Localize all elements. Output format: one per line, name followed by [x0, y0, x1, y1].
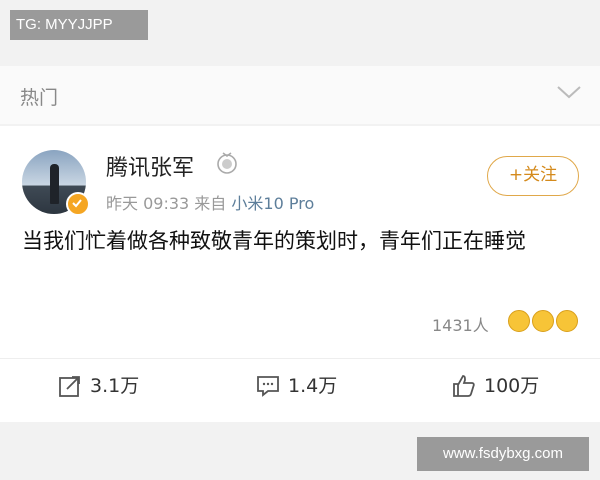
surprised-emoji-icon[interactable]: [556, 310, 578, 332]
avatar-figure: [50, 164, 59, 204]
follow-button[interactable]: +关注: [487, 156, 579, 196]
post-meta: 昨天 09:33 来自 小米10 Pro: [106, 190, 314, 214]
post-card: 腾讯张军 昨天 09:33 来自 小米10 Pro +关注 当我们忙着做各种致敬…: [0, 126, 600, 422]
reactions-count[interactable]: 1431人: [432, 312, 489, 336]
source-prefix: 来自: [194, 194, 227, 213]
laugh-emoji-icon[interactable]: [508, 310, 530, 332]
bottom-watermark: www.fsdybxg.com: [417, 437, 589, 471]
chevron-down-icon[interactable]: [556, 82, 582, 102]
verified-badge-icon: [66, 192, 90, 216]
repost-icon: [59, 376, 80, 397]
grin-emoji-icon[interactable]: [532, 310, 554, 332]
medal-icon: [217, 152, 237, 174]
author-name[interactable]: 腾讯张军: [106, 150, 194, 182]
comment-icon: [257, 376, 279, 397]
action-bar: 3.1万 1.4万 100万: [0, 358, 600, 415]
section-label: 热门: [20, 87, 59, 109]
top-watermark-badge: TG: MYYJJPP: [10, 10, 148, 40]
thumbs-up-icon: [453, 375, 475, 397]
post-time: 昨天 09:33: [106, 194, 190, 213]
section-header: 热门: [0, 66, 600, 124]
post-text: 当我们忙着做各种致敬青年的策划时，青年们正在睡觉: [22, 229, 526, 253]
comment-count: 1.4万: [288, 375, 338, 397]
like-count: 100万: [484, 375, 540, 397]
device-link[interactable]: 小米10 Pro: [231, 194, 314, 213]
repost-count: 3.1万: [90, 375, 140, 397]
